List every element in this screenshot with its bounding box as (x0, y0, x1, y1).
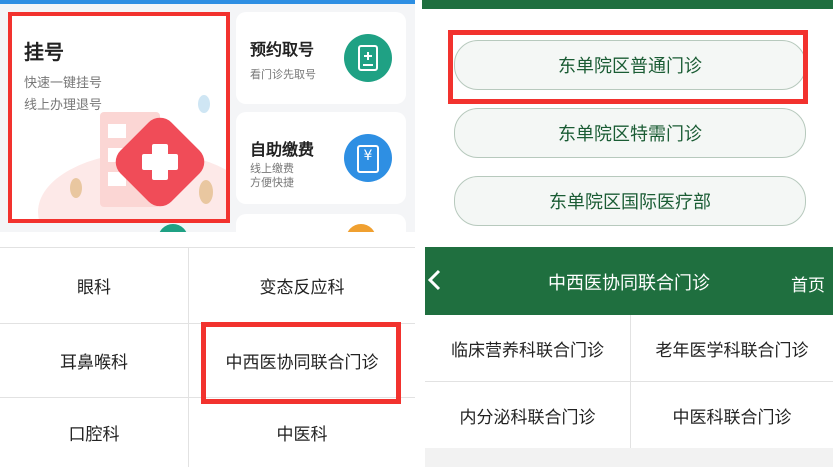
dept-tcm[interactable]: 中医科 (189, 398, 415, 467)
nav-bar: 中西医协同联合门诊 首页 (425, 247, 833, 315)
campus-highlight-frame (448, 30, 808, 104)
dept-allergy[interactable]: 变态反应科 (189, 248, 415, 323)
nav-title: 中西医协同联合门诊 (548, 273, 710, 294)
appointment-subtitle: 看门诊先取号 (250, 68, 316, 81)
payment-icon: ¥ (344, 134, 392, 182)
ticket-icon (344, 34, 392, 82)
appointment-title: 预约取号 (250, 40, 315, 59)
header-bar (422, 0, 833, 9)
payment-subtitle-2: 方便快捷 (250, 176, 294, 189)
joint-clinic-panel: 中西医协同联合门诊 首页 临床营养科联合门诊 老年医学科联合门诊 内分泌科联合门… (425, 247, 833, 467)
partial-icon-teal (158, 224, 188, 232)
registration-home-panel: 挂号 快速一键挂号 线上办理退号 预约取号 看门诊先取号 自助缴费 线上缴费 方… (0, 0, 415, 232)
top-banner-strip (0, 0, 415, 4)
dept-stomatology[interactable]: 口腔科 (0, 398, 188, 467)
partial-card (236, 214, 406, 232)
dept-ent[interactable]: 耳鼻喉科 (0, 324, 188, 397)
home-link[interactable]: 首页 (791, 271, 825, 296)
clinic-nutrition[interactable]: 临床营养科联合门诊 (425, 315, 630, 381)
yen-glyph: ¥ (363, 148, 373, 164)
clinic-tcm[interactable]: 中医科联合门诊 (631, 382, 833, 448)
department-highlight-frame (201, 322, 401, 404)
campus-list-panel: 东单院区普通门诊 东单院区特需门诊 东单院区国际医疗部 (422, 0, 833, 232)
self-payment-card[interactable]: 自助缴费 线上缴费 方便快捷 ¥ (236, 112, 406, 204)
campus-item-special[interactable]: 东单院区特需门诊 (454, 108, 806, 158)
clinic-geriatrics[interactable]: 老年医学科联合门诊 (631, 315, 833, 381)
payment-title: 自助缴费 (250, 140, 315, 159)
back-arrow-icon[interactable] (425, 265, 445, 295)
clinic-endocrinology[interactable]: 内分泌科联合门诊 (425, 382, 630, 448)
register-highlight-frame (8, 12, 230, 223)
campus-item-international[interactable]: 东单院区国际医疗部 (454, 176, 806, 226)
panel-gap (0, 232, 833, 247)
dept-ophthalmology[interactable]: 眼科 (0, 248, 188, 323)
appointment-card[interactable]: 预约取号 看门诊先取号 (236, 12, 406, 104)
department-grid-panel: 眼科 变态反应科 耳鼻喉科 中西医协同联合门诊 口腔科 中医科 (0, 247, 415, 467)
footer-area (425, 448, 833, 467)
